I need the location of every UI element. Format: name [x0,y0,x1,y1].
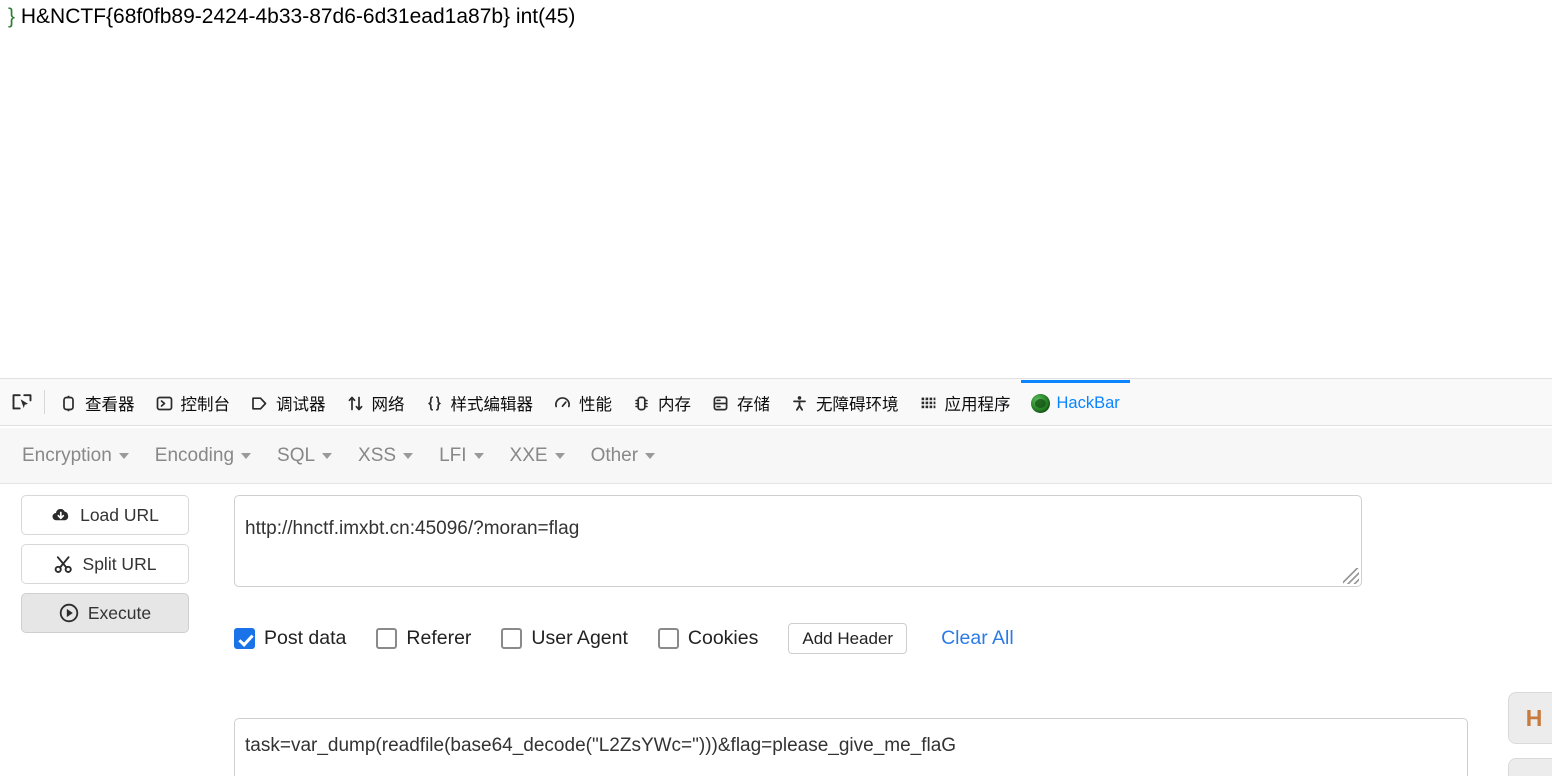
menu-sql[interactable]: SQL [277,444,333,467]
tab-label: 样式编辑器 [450,396,534,414]
tab-label: 查看器 [85,396,135,414]
toolbar-separator [44,390,45,414]
tab-label: 性能 [579,396,612,414]
menu-lfi[interactable]: LFI [439,444,484,467]
menu-label: LFI [439,444,467,466]
tab-label: 无障碍环境 [816,396,899,414]
accessibility-icon [790,394,809,413]
split-url-button[interactable]: Split URL [21,544,189,584]
menu-label: Encryption [22,444,112,466]
clear-all-link[interactable]: Clear All [941,627,1014,650]
application-icon [919,394,938,413]
menu-xss[interactable]: XSS [358,444,414,467]
page-content-area: } H&NCTF{68f0fb89-2424-4b33-87d6-6d31ead… [0,0,1552,376]
chevron-down-icon [118,452,129,459]
scissors-icon [54,554,74,574]
execute-button[interactable]: Execute [21,593,189,633]
chevron-down-icon [322,452,333,459]
chevron-down-icon [645,452,656,459]
checkbox-label: Referer [406,627,472,649]
checkbox-box[interactable] [234,628,255,649]
side-widget-letter: H [1525,704,1543,731]
post-data-textarea[interactable]: task=var_dump(readfile(base64_decode("L2… [234,718,1468,776]
checkbox-box[interactable] [657,628,679,649]
hackbar-menubar: Encryption Encoding SQL XSS LFI XXE Othe… [0,428,1552,484]
button-label: Split URL [82,553,157,574]
menu-encryption[interactable]: Encryption [22,445,129,467]
chevron-down-icon [241,452,252,459]
button-label: Execute [87,602,152,623]
tab-network[interactable]: 网络 [336,379,415,425]
hackbar-action-buttons: Load URL Split URL Execute [21,495,189,633]
page-output-text: } H&NCTF{68f0fb89-2424-4b33-87d6-6d31ead… [8,2,575,32]
url-textarea[interactable]: http://hnctf.imxbt.cn:45096/?moran=flag [234,495,1362,587]
network-icon [346,394,365,413]
tab-label: 网络 [371,396,405,414]
storage-icon [711,394,730,413]
menu-label: SQL [277,444,316,466]
menu-xxe[interactable]: XXE [510,445,565,467]
tab-style-editor[interactable]: 样式编辑器 [415,379,544,425]
tab-accessibility[interactable]: 无障碍环境 [780,379,909,425]
hackbar-logo-icon [1030,393,1050,413]
debugger-icon [250,394,269,413]
tab-storage[interactable]: 存储 [701,379,780,425]
tab-application[interactable]: 应用程序 [909,379,1021,425]
devtools-tab-list: 查看器 控制台 调试器 网络 样式编辑器 性能 内存 存储 无障碍环境 应用程序… [49,379,1131,425]
tab-performance[interactable]: 性能 [543,379,622,425]
checkbox-label: Cookies [687,627,759,649]
checkbox-label: Post data [264,627,347,649]
checkbox-referer[interactable]: Referer [376,627,471,650]
chevron-down-icon [473,452,484,459]
request-options-row: Post data Referer User Agent Cookies Add… [234,623,1014,654]
post-data-value: task=var_dump(readfile(base64_decode("L2… [245,735,957,756]
play-circle-icon [59,603,79,623]
performance-icon [553,394,572,413]
menu-label: XSS [358,444,397,466]
element-picker-icon [12,394,32,410]
load-url-button[interactable]: Load URL [21,495,189,535]
add-header-button[interactable]: Add Header [788,623,908,654]
tab-label: HackBar [1056,393,1120,412]
devtools-toolbar: 查看器 控制台 调试器 网络 样式编辑器 性能 内存 存储 无障碍环境 应用程序… [0,378,1552,426]
tab-inspector[interactable]: 查看器 [49,379,145,425]
checkbox-cookies[interactable]: Cookies [657,627,759,650]
floating-side-widget-secondary[interactable] [1508,758,1552,776]
tab-debugger[interactable]: 调试器 [240,379,336,425]
tab-label: 控制台 [180,396,231,414]
chevron-down-icon [554,452,565,459]
checkbox-label: User Agent [531,627,628,649]
tab-hackbar[interactable]: HackBar [1020,379,1131,425]
menu-encoding[interactable]: Encoding [154,444,252,467]
resize-handle-icon[interactable] [1343,568,1359,584]
output-flag-text: H&NCTF{68f0fb89-2424-4b33-87d6-6d31ead1a… [20,5,576,28]
url-value: http://hnctf.imxbt.cn:45096/?moran=flag [245,518,580,539]
memory-icon [632,394,651,413]
menu-other[interactable]: Other [591,445,656,467]
console-icon [155,394,174,413]
checkbox-post-data[interactable]: Post data [234,627,346,650]
menu-label: Other [590,444,639,466]
menu-label: Encoding [154,444,235,466]
tab-memory[interactable]: 内存 [622,379,701,425]
checkbox-box[interactable] [376,628,398,649]
button-label: Load URL [80,504,159,525]
tab-label: 调试器 [276,396,326,414]
inspector-icon [59,394,78,413]
floating-side-widget[interactable]: H [1508,692,1552,744]
checkbox-user-agent[interactable]: User Agent [501,627,628,650]
cloud-download-icon [51,505,71,525]
tab-console[interactable]: 控制台 [145,379,241,425]
menu-label: XXE [509,444,548,466]
element-picker-button[interactable] [0,379,44,425]
chevron-down-icon [403,452,414,459]
style-editor-icon [425,394,444,413]
tab-label: 应用程序 [944,396,1011,414]
tab-label: 存储 [737,396,770,414]
output-brace: } [8,5,16,28]
checkbox-box[interactable] [501,628,523,649]
app-root: } H&NCTF{68f0fb89-2424-4b33-87d6-6d31ead… [0,0,1552,776]
tab-label: 内存 [658,396,691,414]
